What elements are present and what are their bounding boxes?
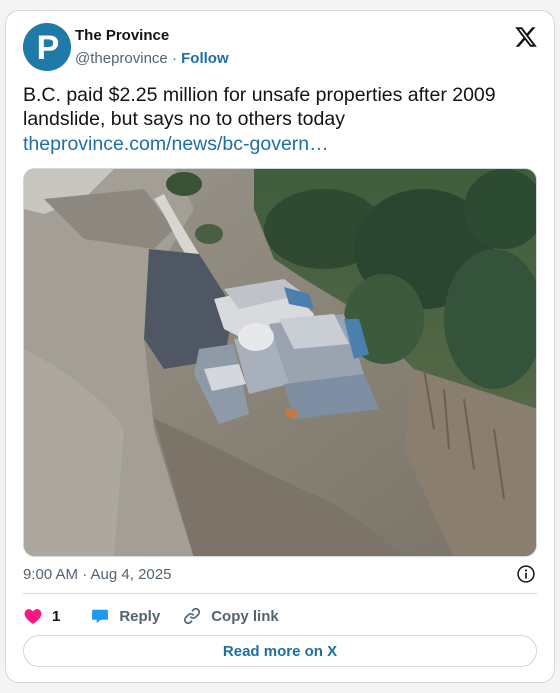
like-button[interactable]: 1: [23, 606, 60, 626]
copy-link-button[interactable]: Copy link: [182, 606, 279, 626]
avatar[interactable]: P: [23, 23, 71, 71]
author-handle-row: @theprovince · Follow: [75, 50, 229, 67]
tweet-text: B.C. paid $2.25 million for unsafe prope…: [23, 84, 496, 130]
reply-label: Reply: [119, 607, 161, 625]
reply-button[interactable]: Reply: [90, 606, 160, 626]
heart-icon: [24, 609, 42, 624]
read-more-button[interactable]: Read more on X: [23, 635, 537, 667]
province-logo-icon: P: [23, 23, 71, 71]
author-handle[interactable]: @theprovince: [75, 50, 168, 67]
action-bar: 1 Reply Copy link: [23, 605, 279, 627]
copy-link-label: Copy link: [211, 607, 279, 625]
x-logo-icon[interactable]: [514, 25, 538, 49]
author-name[interactable]: The Province: [75, 27, 169, 44]
handle-separator: ·: [171, 50, 177, 67]
info-icon[interactable]: [516, 564, 536, 584]
tweet-card: P The Province @theprovince · Follow B.C…: [5, 10, 555, 683]
link-icon: [184, 607, 201, 625]
divider: [23, 593, 537, 594]
tweet-timestamp[interactable]: 9:00 AM · Aug 4, 2025: [23, 566, 171, 583]
speech-bubble-icon: [92, 609, 109, 624]
tweet-photo[interactable]: [23, 168, 537, 557]
landslide-aerial-photo: [24, 169, 536, 556]
like-count: 1: [52, 607, 61, 625]
follow-button[interactable]: Follow: [181, 50, 229, 67]
tweet-link[interactable]: theprovince.com/news/bc-govern…: [23, 132, 329, 156]
svg-text:P: P: [37, 29, 60, 67]
